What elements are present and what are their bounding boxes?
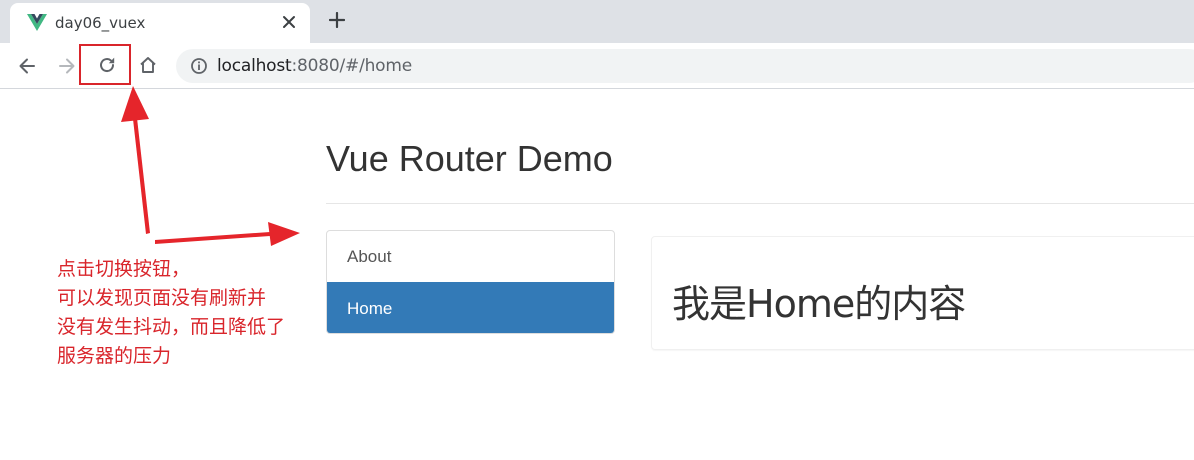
annotation-note: 点击切换按钮， 可以发现页面没有刷新并 没有发生抖动，而且降低了 服务器的压力 (57, 255, 347, 371)
annotation-line: 可以发现页面没有刷新并 (57, 287, 267, 309)
nav-link-home[interactable]: Home (327, 282, 614, 333)
annotation-line: 没有发生抖动，而且降低了 (57, 316, 286, 338)
header-divider (326, 203, 1194, 204)
forward-icon[interactable] (57, 56, 77, 76)
url-host: localhost (217, 56, 292, 76)
annotation-line: 点击切换按钮， (57, 258, 191, 280)
address-bar[interactable]: localhost:8080/#/home (176, 49, 1194, 83)
home-content-heading: 我是Home的内容 (672, 282, 966, 326)
router-nav: About Home (326, 230, 615, 334)
tab-title: day06_vuex (55, 14, 146, 32)
browser-tab[interactable]: day06_vuex (10, 3, 310, 43)
arrow-to-nav (155, 222, 300, 246)
vue-logo-icon (27, 14, 47, 31)
annotation-line: 服务器的压力 (57, 345, 172, 367)
router-view-panel: 我是Home的内容 (651, 236, 1194, 350)
plus-icon[interactable] (329, 12, 345, 28)
url-path: :8080/#/home (291, 56, 413, 76)
close-icon[interactable] (282, 15, 296, 29)
back-icon[interactable] (17, 56, 37, 76)
tab-strip: day06_vuex (0, 0, 1194, 43)
reload-highlight-box (79, 44, 131, 85)
home-icon[interactable] (138, 55, 158, 75)
page-title: Vue Router Demo (326, 138, 613, 179)
info-icon[interactable] (190, 57, 208, 75)
arrow-to-reload (121, 86, 150, 234)
nav-link-about[interactable]: About (327, 231, 614, 282)
url-text[interactable]: localhost:8080/#/home (217, 56, 412, 76)
